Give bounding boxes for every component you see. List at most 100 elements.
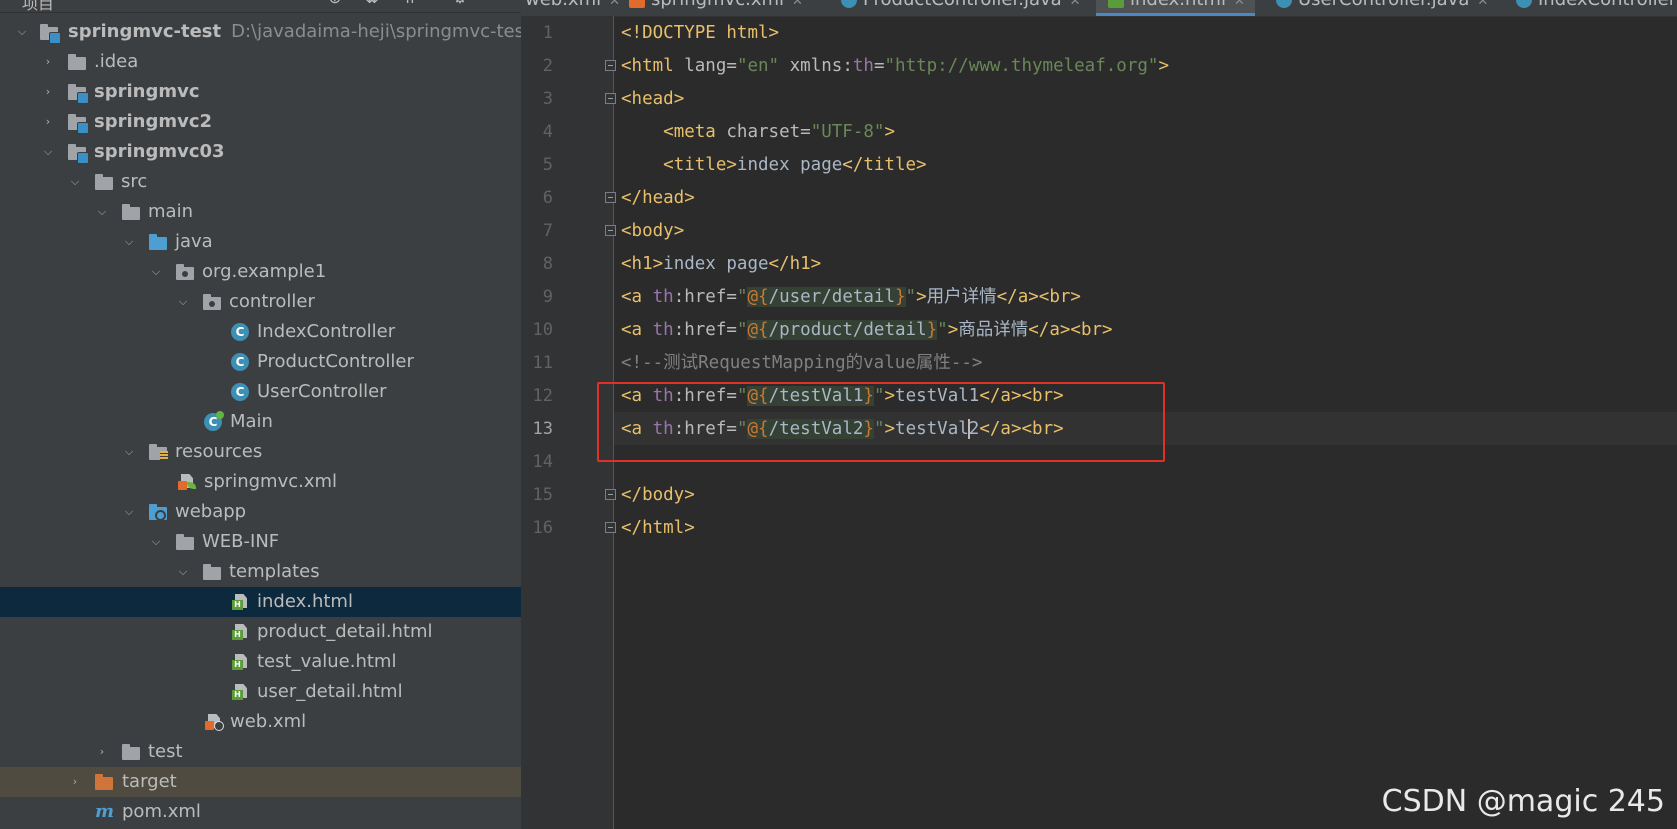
fold-icon[interactable]: [605, 522, 616, 533]
folder-icon: [95, 174, 115, 190]
chevron-right-icon[interactable]: ›: [95, 737, 109, 767]
tree-node-label: UserController: [257, 381, 387, 402]
tree-node-label: test: [148, 741, 183, 762]
close-icon[interactable]: ✕: [609, 0, 620, 9]
tree-node-java[interactable]: ⌵ java: [0, 227, 521, 257]
chevron-down-icon[interactable]: ⌵: [176, 557, 190, 587]
chevron-down-icon[interactable]: ⌵: [149, 257, 163, 287]
tree-node-idea[interactable]: › .idea: [0, 47, 521, 77]
chevron-down-icon[interactable]: ⌵: [176, 287, 190, 317]
tree-node-label: test_value.html: [257, 651, 397, 672]
tree-node-label: springmvc: [94, 81, 200, 102]
project-panel-title[interactable]: 项目: [22, 0, 54, 14]
tree-node-resources[interactable]: ⌵ resources: [0, 437, 521, 467]
maven-icon: m: [95, 801, 115, 822]
close-icon[interactable]: ✕: [1070, 0, 1081, 9]
tree-node-web-inf[interactable]: ⌵ WEB-INF: [0, 527, 521, 557]
tree-node-main-class[interactable]: C Main: [0, 407, 521, 437]
fold-icon[interactable]: [605, 225, 616, 236]
line-number: 6: [542, 188, 553, 208]
excluded-folder-icon: [95, 774, 115, 790]
close-icon[interactable]: ✕: [1234, 0, 1245, 9]
html-file-icon: [232, 654, 252, 670]
chevron-down-icon[interactable]: ⌵: [41, 137, 55, 167]
line-number: 3: [542, 89, 553, 109]
tree-node-springmvc03[interactable]: ⌵ springmvc03: [0, 137, 521, 167]
code-line[interactable]: </html>: [621, 512, 695, 545]
fold-icon[interactable]: [605, 192, 616, 203]
chevron-down-icon[interactable]: ⌵: [122, 497, 136, 527]
code-line[interactable]: </head>: [621, 182, 695, 215]
code-line[interactable]: <head>: [621, 83, 684, 116]
line-number: 16: [532, 518, 553, 538]
chevron-down-icon[interactable]: ⌵: [122, 227, 136, 257]
code-line[interactable]: <h1>index page</h1>: [621, 248, 821, 281]
tree-node-product-detail-html[interactable]: product_detail.html: [0, 617, 521, 647]
tree-node-index-html[interactable]: index.html: [0, 587, 521, 617]
tree-node-main[interactable]: ⌵ main: [0, 197, 521, 227]
tree-node-org-example1[interactable]: ⌵ org.example1: [0, 257, 521, 287]
code-line[interactable]: </body>: [621, 479, 695, 512]
code-line[interactable]: <title>index page</title>: [621, 149, 926, 182]
tree-node-src[interactable]: ⌵ src: [0, 167, 521, 197]
tree-node-templates[interactable]: ⌵ templates: [0, 557, 521, 587]
tree-node-pom-xml[interactable]: m pom.xml: [0, 797, 521, 827]
tab-index-html[interactable]: index.html ✕: [1096, 0, 1255, 16]
chevron-right-icon[interactable]: ›: [41, 47, 55, 77]
collapse-all-icon[interactable]: ⇈: [400, 0, 420, 8]
tab-indexcontroller[interactable]: IndexController: [1516, 0, 1676, 16]
chevron-down-icon[interactable]: ⌵: [68, 167, 82, 197]
tree-node-target[interactable]: › target: [0, 767, 521, 797]
tree-node-springmvc2[interactable]: › springmvc2: [0, 107, 521, 137]
tab-web-xml[interactable]: web.xml ✕: [525, 0, 620, 16]
tree-node-webapp[interactable]: ⌵ webapp: [0, 497, 521, 527]
chevron-right-icon[interactable]: ›: [68, 767, 82, 797]
tree-node-usercontroller[interactable]: C UserController: [0, 377, 521, 407]
tab-productcontroller[interactable]: ProductController.java ✕: [841, 0, 1081, 16]
class-icon: C: [231, 353, 249, 371]
tab-usercontroller[interactable]: UserController.java ✕: [1276, 0, 1488, 16]
locate-icon[interactable]: ⊕: [325, 0, 345, 8]
tree-node-web-xml[interactable]: web.xml: [0, 707, 521, 737]
web-folder-icon: [149, 504, 169, 521]
tree-node-test-value-html[interactable]: test_value.html: [0, 647, 521, 677]
fold-icon[interactable]: [605, 60, 616, 71]
chevron-down-icon[interactable]: ⌵: [95, 197, 109, 227]
close-icon[interactable]: ✕: [792, 0, 803, 9]
line-number: 11: [532, 353, 553, 373]
chevron-right-icon[interactable]: ›: [41, 107, 55, 137]
tree-node-productcontroller[interactable]: C ProductController: [0, 347, 521, 377]
chevron-right-icon[interactable]: ›: [41, 77, 55, 107]
tree-node-springmvc-test[interactable]: ⌵ springmvc-test D:\javadaima-heji\spring…: [0, 17, 521, 47]
tree-node-controller[interactable]: ⌵ controller: [0, 287, 521, 317]
spring-xml-icon: [178, 474, 198, 490]
code-line[interactable]: <body>: [621, 215, 684, 248]
tree-node-label: Main: [230, 411, 273, 432]
code-line[interactable]: <html lang="en" xmlns:th="http://www.thy…: [621, 50, 1169, 83]
gear-icon[interactable]: ⚙: [450, 0, 470, 8]
web-xml-icon: [205, 714, 225, 731]
tree-node-springmvc[interactable]: › springmvc: [0, 77, 521, 107]
code-line[interactable]: <a th:href="@{/product/detail}">商品详情</a>…: [621, 314, 1113, 347]
close-icon[interactable]: ✕: [1477, 0, 1488, 9]
tree-node-label: WEB-INF: [202, 531, 280, 552]
chevron-down-icon[interactable]: ⌵: [122, 437, 136, 467]
package-icon: [176, 264, 196, 280]
code-line[interactable]: <a th:href="@{/user/detail}">用户详情</a><br…: [621, 281, 1081, 314]
tree-node-user-detail-html[interactable]: user_detail.html: [0, 677, 521, 707]
expand-all-icon[interactable]: ⇊: [362, 0, 382, 8]
html-file-icon: [1108, 0, 1124, 8]
chevron-down-icon[interactable]: ⌵: [149, 527, 163, 557]
fold-icon[interactable]: [605, 93, 616, 104]
code-line[interactable]: <meta charset="UTF-8">: [621, 116, 895, 149]
tree-node-test[interactable]: › test: [0, 737, 521, 767]
code-line[interactable]: <!--测试RequestMapping的value属性-->: [621, 347, 982, 380]
xml-file-icon: [629, 0, 645, 8]
tree-node-springmvc-xml[interactable]: springmvc.xml: [0, 467, 521, 497]
code-line[interactable]: <!DOCTYPE html>: [621, 17, 779, 50]
tree-node-indexcontroller[interactable]: C IndexController: [0, 317, 521, 347]
chevron-down-icon[interactable]: ⌵: [15, 17, 29, 47]
fold-icon[interactable]: [605, 489, 616, 500]
tab-springmvc-xml[interactable]: springmvc.xml ✕: [629, 0, 803, 16]
project-panel-header: 项目 ⊕ ⇊ ⇈ ⚙: [0, 0, 521, 13]
